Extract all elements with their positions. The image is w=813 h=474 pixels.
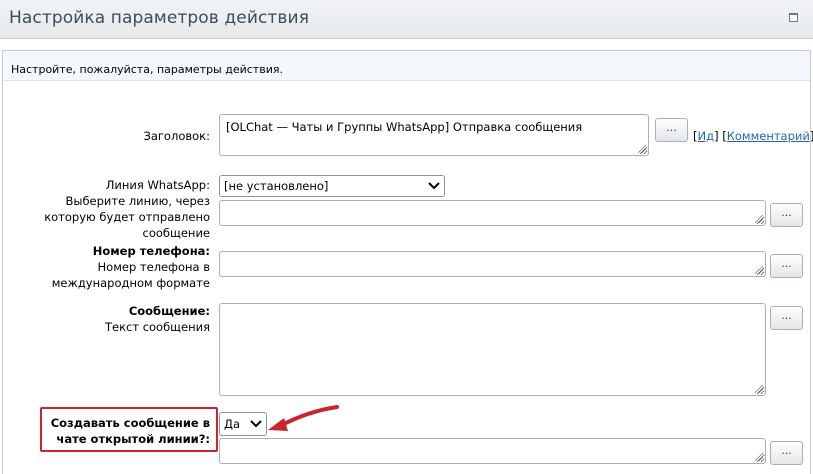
dialog-title: Настройка параметров действия <box>9 8 310 28</box>
maximize-icon[interactable] <box>789 13 798 22</box>
phone-field-label: Номер телефона: Номер телефона в междуна… <box>10 243 210 291</box>
comment-link[interactable]: Комментарий <box>727 129 810 143</box>
message-description: Текст сообщения <box>104 320 210 334</box>
phone-label-text: Номер телефона: <box>92 244 210 258</box>
title-insert-button[interactable]: ... <box>655 118 688 142</box>
link-separator: ] [ <box>714 129 727 143</box>
line-select[interactable]: [не установлено] <box>219 175 445 197</box>
red-arrow-icon <box>268 405 339 431</box>
line-description: Выберите линию, через которую будет отпр… <box>44 194 210 240</box>
title-textarea[interactable]: [OLChat — Чаты и Группы WhatsApp] Отправ… <box>219 114 649 156</box>
message-field-label: Сообщение: Текст сообщения <box>105 303 210 335</box>
create-chat-textarea[interactable] <box>219 438 766 464</box>
create-chat-select[interactable]: Да <box>219 412 267 436</box>
message-label-text: Сообщение: <box>128 304 210 318</box>
line-label-text: Линия WhatsApp: <box>105 178 210 192</box>
line-insert-button[interactable]: ... <box>770 203 803 227</box>
title-label-text: Заголовок: <box>143 129 210 143</box>
phone-insert-button[interactable]: ... <box>770 254 803 278</box>
id-link[interactable]: Ид <box>698 129 715 143</box>
dialog-titlebar: Настройка параметров действия <box>0 0 813 39</box>
create-chat-field-label: Создавать сообщение в чате открытой лини… <box>45 415 210 447</box>
phone-description: Номер телефона в международном формате <box>51 260 210 290</box>
title-links: [Ид] [Комментарий] <box>693 129 813 143</box>
phone-textarea[interactable] <box>219 251 766 277</box>
create-chat-insert-button[interactable]: ... <box>770 441 803 465</box>
hint-text: Настройте, пожалуйста, параметры действи… <box>11 63 283 76</box>
message-textarea[interactable] <box>219 303 766 396</box>
create-chat-label-text: Создавать сообщение в чате открытой лини… <box>50 416 210 446</box>
hint-bar: Настройте, пожалуйста, параметры действи… <box>3 51 810 81</box>
title-field-label: Заголовок: <box>143 128 210 144</box>
line-textarea[interactable] <box>219 200 766 226</box>
line-field-label: Линия WhatsApp: Выберите линию, через ко… <box>20 177 210 241</box>
message-insert-button[interactable]: ... <box>770 306 803 330</box>
